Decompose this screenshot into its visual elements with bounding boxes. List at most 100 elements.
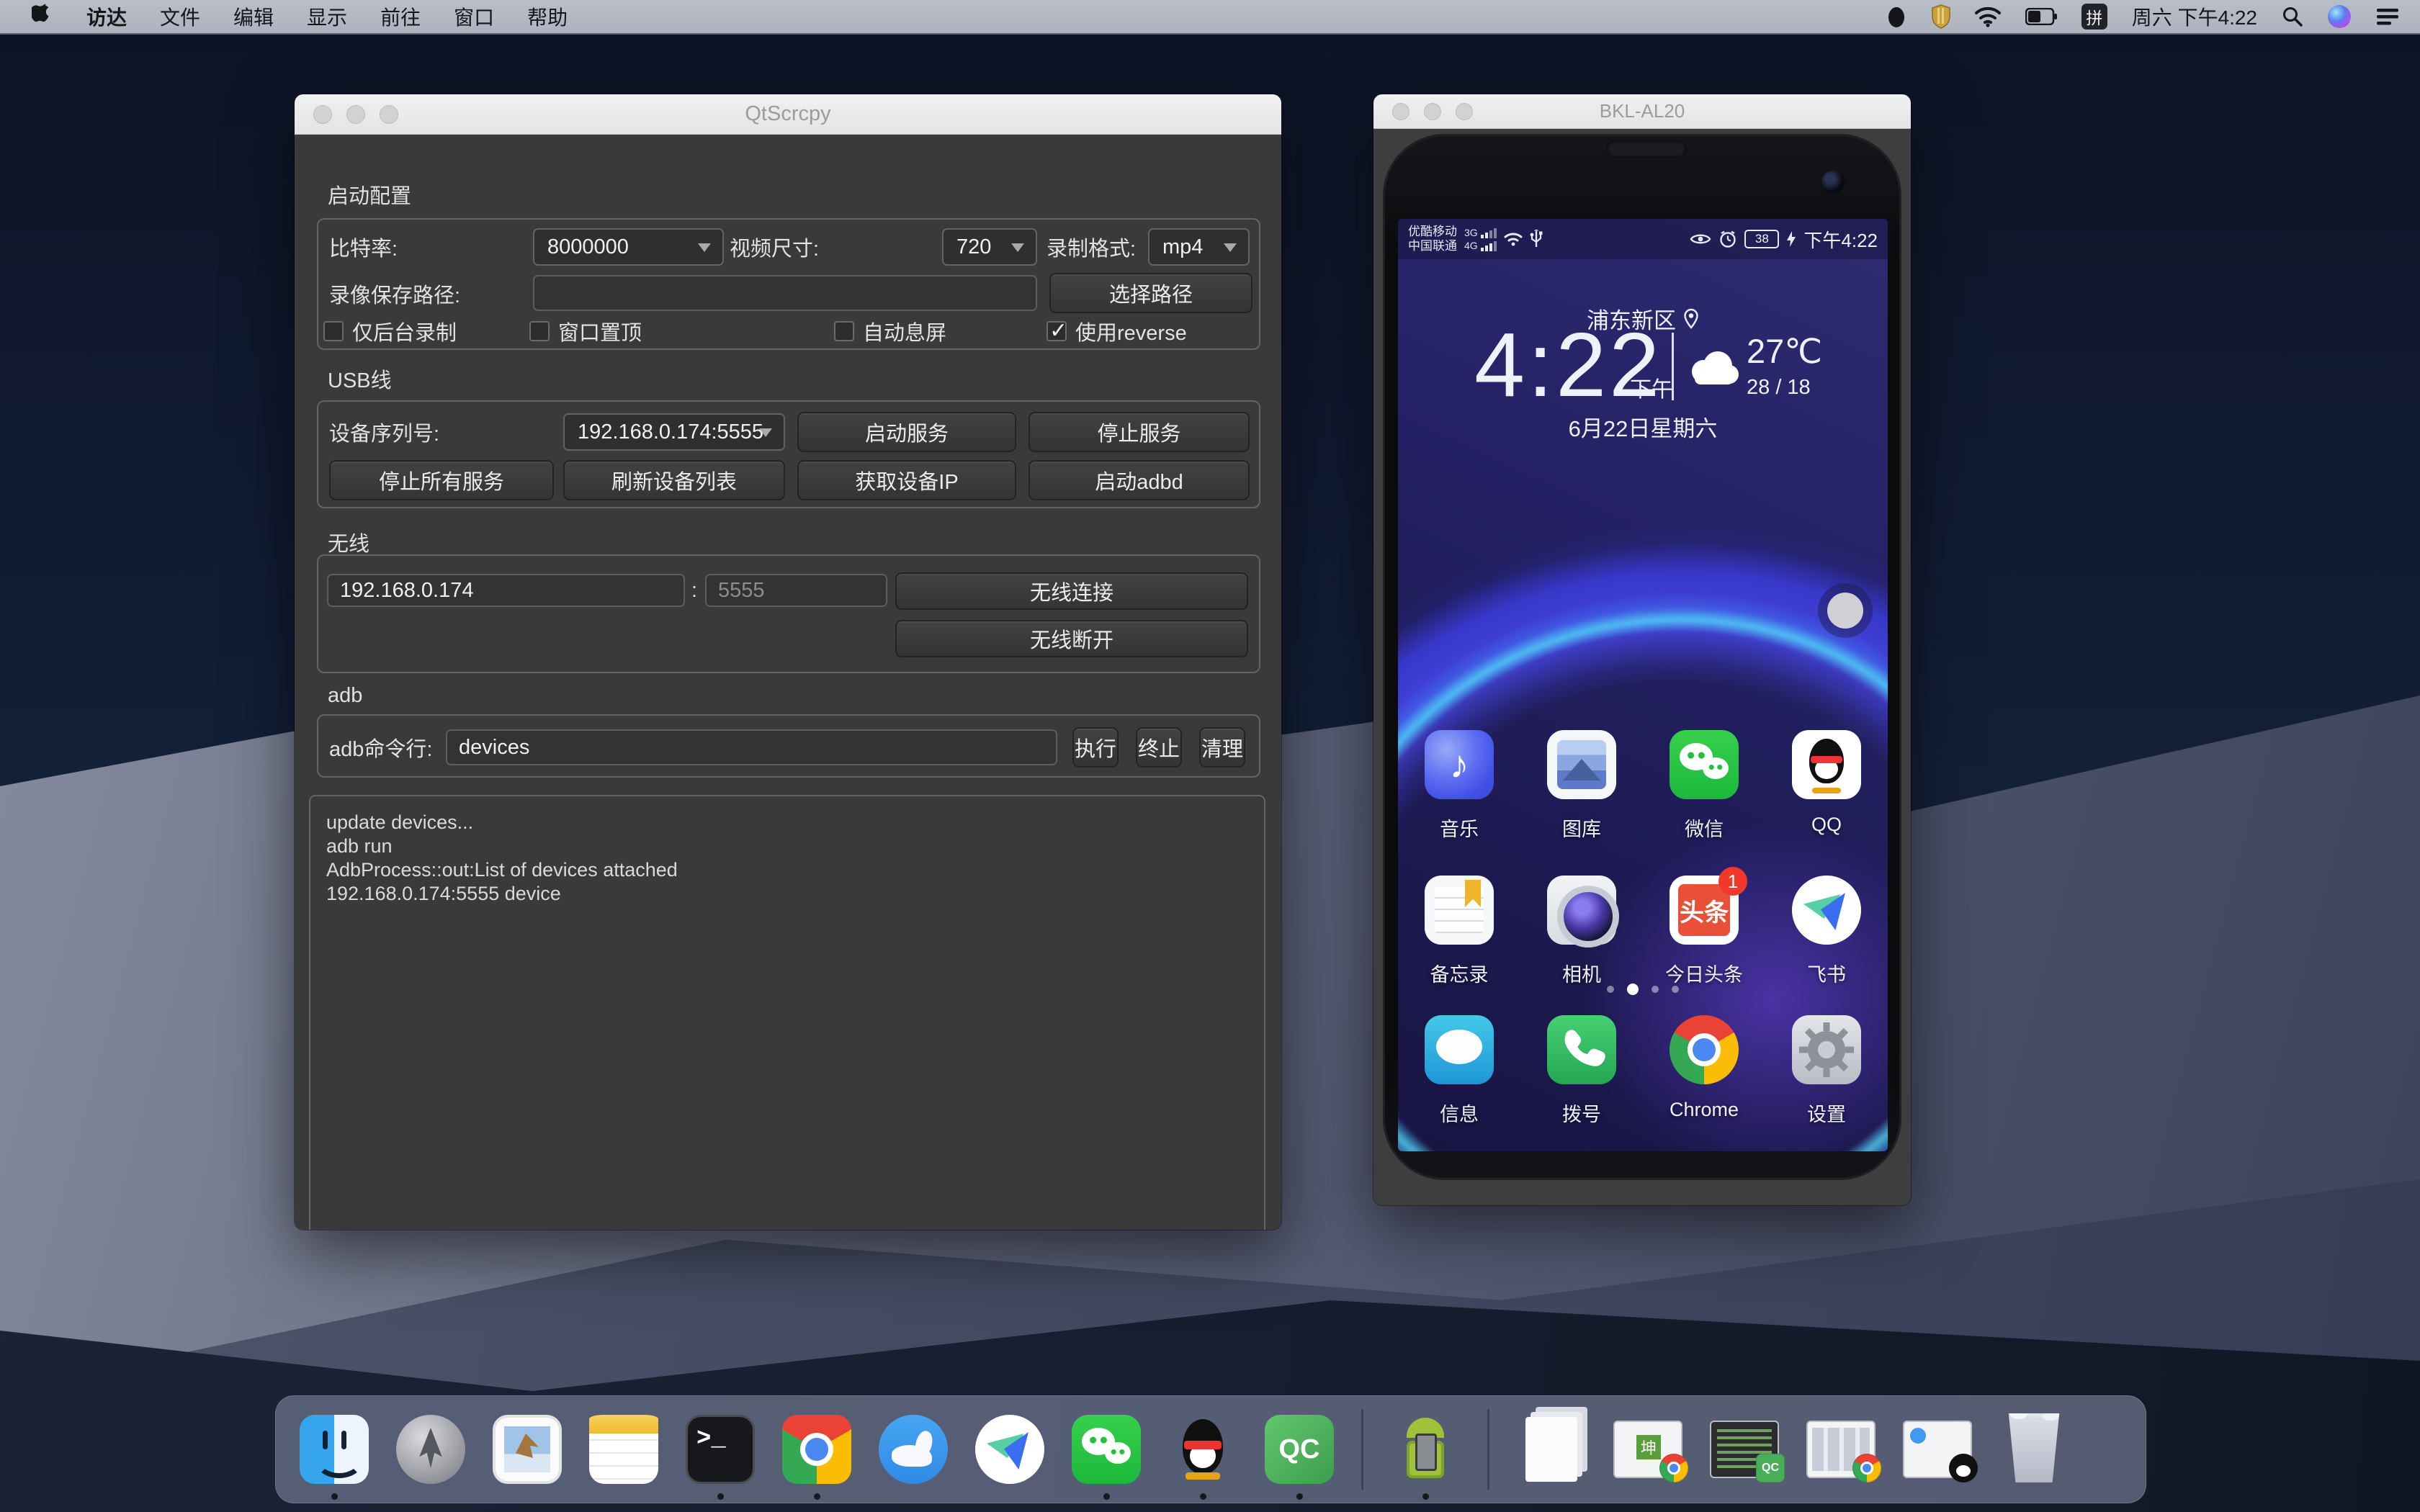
button-label: 无线断开 bbox=[1030, 624, 1113, 654]
app-messages[interactable]: 信息 bbox=[1398, 1015, 1520, 1127]
qq-status-icon[interactable] bbox=[1886, 4, 1907, 29]
record-path-input[interactable] bbox=[533, 275, 1037, 311]
dock-item-documents[interactable] bbox=[1517, 1415, 1586, 1484]
dock-item-finder[interactable] bbox=[300, 1415, 369, 1484]
app-dialer[interactable]: 拨号 bbox=[1520, 1015, 1643, 1127]
record-format-select[interactable]: mp4 bbox=[1148, 228, 1250, 266]
input-method-icon[interactable]: 拼 bbox=[2081, 4, 2107, 30]
menu-bar-status: 拼 周六 下午4:22 bbox=[1886, 2, 2420, 31]
siri-icon[interactable] bbox=[2328, 5, 2351, 28]
bitrate-select[interactable]: 8000000 bbox=[533, 228, 724, 266]
serial-select[interactable]: 192.168.0.174:5555 bbox=[563, 413, 785, 451]
start-service-button[interactable]: 启动服务 bbox=[797, 412, 1016, 452]
dock-item-notes[interactable] bbox=[589, 1415, 658, 1484]
dock-item-terminal[interactable] bbox=[686, 1415, 755, 1484]
always-on-top-checkbox[interactable]: 窗口置顶 bbox=[529, 318, 642, 344]
dock-item-minimized-code[interactable]: QC bbox=[1710, 1415, 1779, 1484]
dock-item-qtscrcpy[interactable]: QC bbox=[1265, 1415, 1334, 1484]
dock-item-sealion[interactable] bbox=[879, 1415, 948, 1484]
adb-log-output[interactable]: update devices... adb run AdbProcess::ou… bbox=[309, 795, 1265, 1230]
stop-service-button[interactable]: 停止服务 bbox=[1028, 412, 1250, 452]
adb-kill-button[interactable]: 终止 bbox=[1136, 727, 1182, 768]
adb-cmd-input[interactable] bbox=[446, 729, 1057, 765]
launchpad-icon bbox=[396, 1415, 465, 1484]
battery-icon[interactable] bbox=[2025, 8, 2057, 25]
gear-icon bbox=[1792, 1015, 1861, 1084]
adb-clear-button[interactable]: 清理 bbox=[1199, 727, 1245, 768]
choose-path-button[interactable]: 选择路径 bbox=[1049, 273, 1252, 313]
menu-window[interactable]: 窗口 bbox=[454, 2, 494, 31]
zoom-button[interactable] bbox=[380, 105, 398, 124]
dock-item-mail[interactable] bbox=[493, 1415, 562, 1484]
app-toutiao[interactable]: 1 今日头条 bbox=[1643, 876, 1765, 987]
menu-file[interactable]: 文件 bbox=[160, 2, 200, 31]
dock-item-qq[interactable] bbox=[1168, 1415, 1237, 1484]
app-music[interactable]: ♪ 音乐 bbox=[1398, 730, 1520, 842]
close-button[interactable] bbox=[313, 105, 332, 124]
menu-edit[interactable]: 编辑 bbox=[233, 2, 274, 31]
phone-titlebar[interactable]: BKL-AL20 bbox=[1373, 94, 1911, 129]
adb-exec-button[interactable]: 执行 bbox=[1072, 727, 1119, 768]
dock-item-wechat[interactable] bbox=[1072, 1415, 1141, 1484]
dock-item-android-mirror[interactable] bbox=[1391, 1415, 1460, 1484]
window-title: BKL-AL20 bbox=[1600, 100, 1685, 122]
button-label: 无线连接 bbox=[1030, 576, 1113, 606]
qtscrcpy-titlebar[interactable]: QtScrcpy bbox=[295, 94, 1281, 135]
wifi-icon[interactable] bbox=[1975, 6, 2001, 27]
app-wechat[interactable]: 微信 bbox=[1643, 730, 1765, 842]
ip-port-separator: : bbox=[691, 572, 697, 609]
app-chrome[interactable]: Chrome bbox=[1643, 1015, 1765, 1127]
dock-item-trash[interactable] bbox=[1999, 1415, 2069, 1484]
terminal-icon bbox=[686, 1415, 755, 1484]
menu-finder[interactable]: 访达 bbox=[86, 2, 127, 31]
app-camera[interactable]: 相机 bbox=[1520, 876, 1643, 987]
weather-cloud-icon[interactable] bbox=[1685, 347, 1742, 389]
wifi-status-icon bbox=[1504, 231, 1523, 247]
dock-item-launchpad[interactable] bbox=[396, 1415, 465, 1484]
dock-item-minimized-qq[interactable] bbox=[1903, 1415, 1972, 1484]
get-device-ip-button[interactable]: 获取设备IP bbox=[797, 460, 1016, 500]
auto-screen-off-checkbox[interactable]: 自动息屏 bbox=[834, 318, 946, 344]
app-label: 微信 bbox=[1685, 814, 1724, 842]
minimize-button[interactable] bbox=[1424, 103, 1441, 120]
phone-mirror-window: BKL-AL20 优酷移动 中国联通 3G bbox=[1373, 94, 1911, 1205]
app-qq[interactable]: QQ bbox=[1765, 730, 1888, 842]
app-settings[interactable]: 设置 bbox=[1765, 1015, 1888, 1127]
stop-all-services-button[interactable]: 停止所有服务 bbox=[329, 460, 554, 500]
wireless-port-input[interactable] bbox=[705, 574, 887, 607]
menu-help[interactable]: 帮助 bbox=[527, 2, 568, 31]
zoom-button[interactable] bbox=[1456, 103, 1473, 120]
wireless-disconnect-button[interactable]: 无线断开 bbox=[895, 620, 1248, 657]
background-record-checkbox[interactable]: 仅后台录制 bbox=[323, 318, 457, 344]
refresh-devices-button[interactable]: 刷新设备列表 bbox=[563, 460, 785, 500]
dock-item-feishu[interactable] bbox=[975, 1415, 1044, 1484]
carrier-1: 优酷移动 bbox=[1408, 225, 1457, 239]
phone-screen[interactable]: 优酷移动 中国联通 3G 4G bbox=[1398, 219, 1888, 1151]
menu-go[interactable]: 前往 bbox=[380, 2, 421, 31]
wireless-group-label: 无线 bbox=[328, 527, 369, 557]
menu-view[interactable]: 显示 bbox=[307, 2, 347, 31]
video-size-select[interactable]: 720 bbox=[942, 228, 1037, 266]
minimize-button[interactable] bbox=[346, 105, 365, 124]
wireless-connect-button[interactable]: 无线连接 bbox=[895, 572, 1248, 610]
menu-clock[interactable]: 周六 下午4:22 bbox=[2132, 2, 2257, 31]
button-label: 执行 bbox=[1075, 732, 1116, 762]
app-memo[interactable]: 备忘录 bbox=[1398, 876, 1520, 987]
notification-center-icon[interactable] bbox=[2375, 6, 2400, 27]
use-reverse-checkbox[interactable]: 使用reverse bbox=[1047, 318, 1187, 344]
start-adbd-button[interactable]: 启动adbd bbox=[1028, 460, 1250, 500]
dock-item-chrome[interactable] bbox=[782, 1415, 851, 1484]
adb-group-label: adb bbox=[328, 684, 362, 708]
close-button[interactable] bbox=[1392, 103, 1410, 120]
app-feishu[interactable]: 飞书 bbox=[1765, 876, 1888, 987]
spotlight-search-icon[interactable] bbox=[2282, 6, 2303, 27]
floating-nav-ball[interactable] bbox=[1818, 583, 1873, 638]
dock-item-minimized-chrome-web[interactable] bbox=[1806, 1415, 1876, 1484]
app-gallery[interactable]: 图库 bbox=[1520, 730, 1643, 842]
dock-item-minimized-chrome-kun[interactable] bbox=[1613, 1415, 1682, 1484]
apple-logo-icon[interactable] bbox=[32, 4, 53, 30]
shield-status-icon[interactable] bbox=[1932, 4, 1950, 29]
wireless-ip-input[interactable] bbox=[327, 574, 685, 607]
choose-path-label: 选择路径 bbox=[1109, 278, 1193, 308]
carrier-names: 优酷移动 中国联通 bbox=[1408, 225, 1457, 253]
